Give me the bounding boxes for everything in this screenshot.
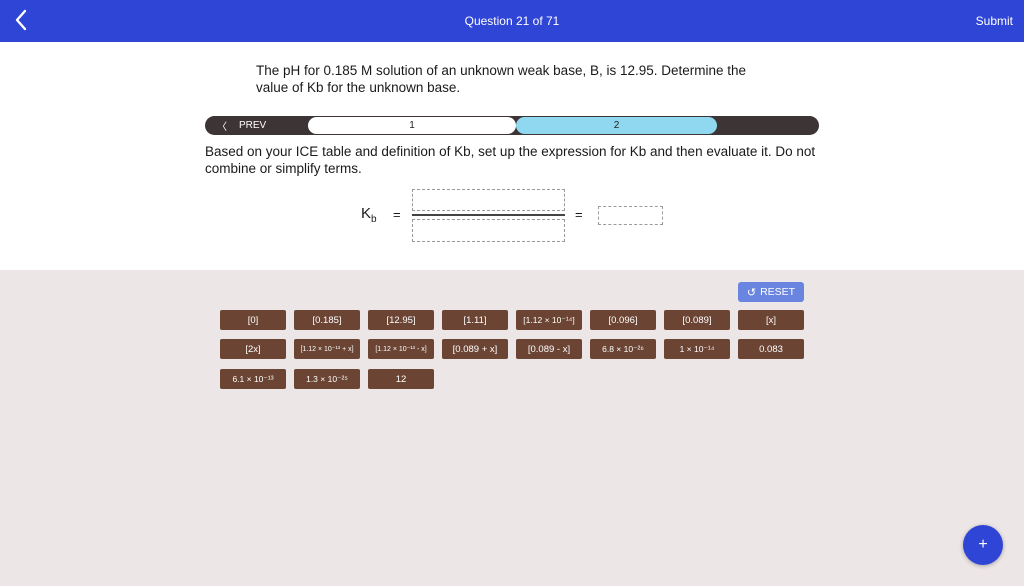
answer-tile[interactable]: 6.1 × 10⁻¹³ <box>220 369 286 389</box>
question-counter: Question 21 of 71 <box>464 14 560 28</box>
equals-sign: = <box>393 207 401 222</box>
answer-drop-zone[interactable] <box>598 206 663 225</box>
prev-label: PREV <box>239 120 267 131</box>
step-navigation: 〈 PREV 1 2 <box>205 116 819 135</box>
answer-bank: ↺ RESET [0] [0.185] [12.95] [1.11] [1.12… <box>0 270 1024 586</box>
instructions-text: Based on your ICE table and definition o… <box>205 144 816 176</box>
answer-tile[interactable]: [0.089 + x] <box>442 339 508 359</box>
answer-tile[interactable]: 12 <box>368 369 434 389</box>
answer-tile[interactable]: 0.083 <box>738 339 804 359</box>
question-text: The pH for 0.185 M solution of an unknow… <box>256 63 747 95</box>
reset-icon: ↺ <box>746 286 757 299</box>
answer-tile[interactable]: [0] <box>220 310 286 330</box>
answer-tile[interactable]: [2x] <box>220 339 286 359</box>
fraction-bar <box>412 214 565 216</box>
answer-tile[interactable]: [0.185] <box>294 310 360 330</box>
answer-tile[interactable]: [0.096] <box>590 310 656 330</box>
reset-label: RESET <box>760 286 796 298</box>
answer-tile[interactable]: [12.95] <box>368 310 434 330</box>
answer-tile[interactable]: [1.12 × 10⁻¹³ + x] <box>294 339 360 359</box>
answer-tile[interactable]: 1.3 × 10⁻²⁵ <box>294 369 360 389</box>
answer-tile[interactable]: [1.11] <box>442 310 508 330</box>
answer-tile[interactable]: [0.089] <box>664 310 730 330</box>
chevron-left-icon: 〈 <box>217 122 227 133</box>
answer-tile[interactable]: 1 × 10⁻¹⁴ <box>664 339 730 359</box>
step-2-tab[interactable]: 2 <box>516 117 717 134</box>
kb-label: Kb <box>361 205 377 225</box>
denominator-drop-zone[interactable] <box>412 219 565 242</box>
answer-tile[interactable]: [1.12 × 10⁻¹⁴] <box>516 310 582 330</box>
plus-icon: + <box>978 536 988 553</box>
answer-tile[interactable]: [0.089 - x] <box>516 339 582 359</box>
submit-button[interactable]: Submit <box>976 14 1013 28</box>
answer-tile[interactable]: [x] <box>738 310 804 330</box>
reset-button[interactable]: ↺ RESET <box>738 282 804 302</box>
numerator-drop-zone[interactable] <box>412 189 565 211</box>
equals-sign: = <box>575 207 583 222</box>
answer-tile[interactable]: 6.8 × 10⁻²⁶ <box>590 339 656 359</box>
top-bar: Question 21 of 71 Submit <box>0 0 1024 42</box>
prev-button[interactable]: 〈 PREV <box>217 116 266 135</box>
answer-tile[interactable]: [1.12 × 10⁻¹³ - x] <box>368 339 434 359</box>
add-button[interactable]: + <box>963 525 1003 565</box>
step-1-tab[interactable]: 1 <box>308 117 516 134</box>
